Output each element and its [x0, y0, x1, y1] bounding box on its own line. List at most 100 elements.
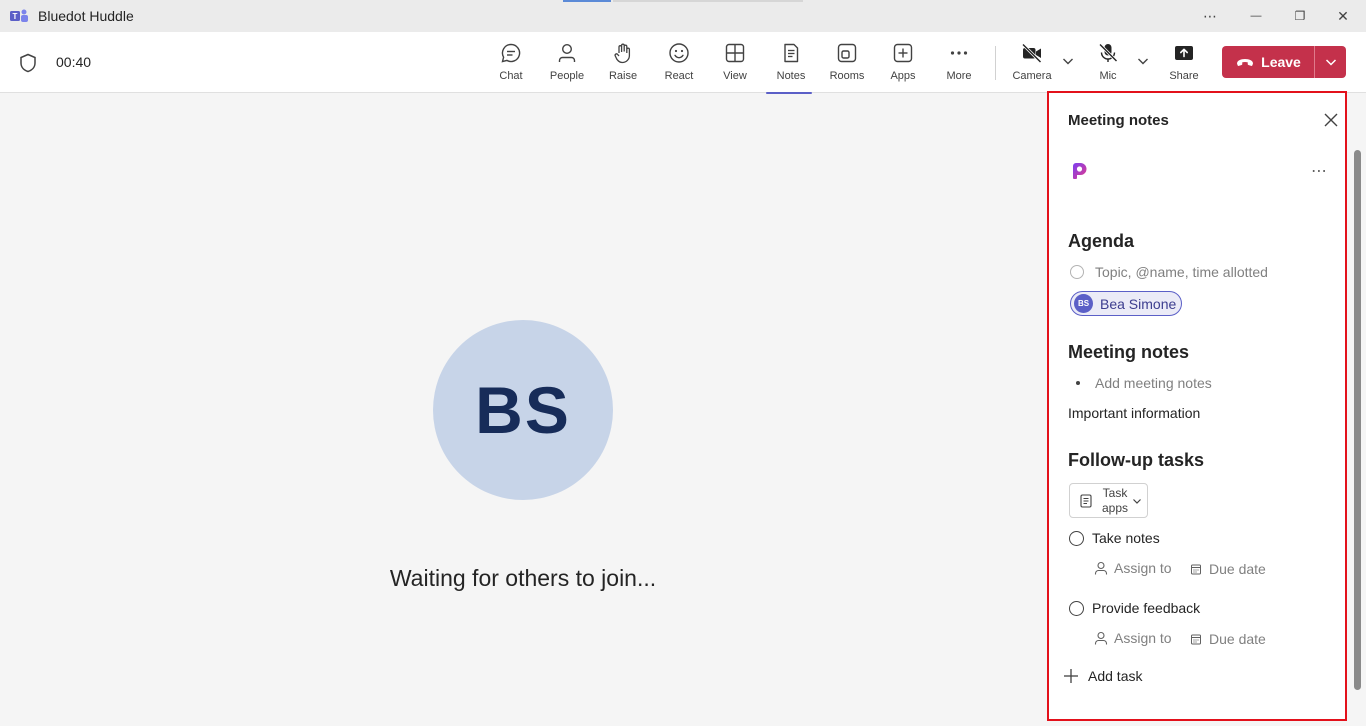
camera-label: Camera: [1012, 70, 1052, 82]
mention-chip[interactable]: BS Bea Simone: [1070, 291, 1182, 316]
person-icon: [1094, 561, 1108, 575]
people-label: People: [549, 70, 585, 82]
mic-options-chevron-icon[interactable]: [1136, 54, 1150, 68]
tab-indicator-secondary: [613, 0, 803, 2]
apps-button[interactable]: Apps: [876, 42, 930, 88]
task-apps-label: Task apps: [1102, 486, 1128, 516]
due-date-label: Due date: [1209, 561, 1266, 577]
task-title[interactable]: Provide feedback: [1092, 600, 1200, 616]
plus-icon: [1064, 669, 1078, 683]
meeting-timer: 00:40: [56, 54, 92, 70]
minimize-icon: —: [1250, 10, 1262, 22]
follow-up-heading: Follow-up tasks: [1068, 450, 1205, 470]
chevron-down-icon: [1133, 498, 1141, 504]
smile-icon: [669, 43, 689, 63]
participant-avatar: BS: [433, 320, 613, 500]
camera-options-chevron-icon[interactable]: [1061, 54, 1075, 68]
agenda-placeholder[interactable]: Topic, @name, time allotted: [1095, 264, 1268, 280]
raise-hand-icon: [614, 43, 631, 64]
app-title: Bluedot Huddle: [38, 8, 134, 24]
add-task-label: Add task: [1088, 668, 1143, 684]
view-label: View: [723, 70, 747, 82]
camera-off-icon: [1021, 43, 1042, 64]
raise-hand-button[interactable]: Raise: [596, 42, 650, 88]
add-meeting-notes-placeholder[interactable]: Add meeting notes: [1095, 375, 1212, 391]
svg-text:T: T: [13, 12, 18, 21]
task-list-icon: [1080, 493, 1092, 508]
loop-logo-icon: [1073, 163, 1087, 179]
hang-up-icon: [1237, 59, 1254, 66]
people-button[interactable]: People: [540, 42, 594, 88]
react-label: React: [664, 70, 694, 82]
minimize-button[interactable]: —: [1233, 0, 1279, 32]
more-label: More: [946, 70, 972, 82]
task-apps-label-line1: Task: [1102, 485, 1128, 500]
panel-scrollbar[interactable]: [1354, 150, 1361, 690]
share-icon: [1175, 46, 1193, 60]
tab-indicator: [563, 0, 611, 2]
react-button[interactable]: React: [652, 42, 706, 88]
assign-to-label: Assign to: [1114, 630, 1172, 646]
task-apps-label-line2: apps: [1102, 500, 1129, 515]
chat-button[interactable]: Chat: [484, 42, 538, 88]
more-icon: ⋯: [1203, 7, 1217, 24]
task-title[interactable]: Take notes: [1092, 530, 1160, 546]
bullet-point: [1076, 381, 1080, 385]
avatar: BS: [1074, 294, 1093, 313]
leave-button[interactable]: Leave: [1222, 46, 1314, 78]
task-complete-checkbox[interactable]: [1069, 601, 1084, 616]
leave-label: Leave: [1261, 54, 1301, 70]
title-bar: T Bluedot Huddle ⋯ — ❐ ✕: [0, 0, 1366, 32]
more-button[interactable]: More: [932, 42, 986, 88]
meeting-toolbar: 00:40 Chat People Raise React View Notes…: [0, 32, 1366, 94]
due-date-label: Due date: [1209, 631, 1266, 647]
mic-button[interactable]: Mic: [1081, 42, 1135, 88]
share-button[interactable]: Share: [1157, 42, 1211, 88]
rooms-label: Rooms: [829, 70, 865, 82]
toolbar-divider: [995, 46, 996, 80]
important-information-text[interactable]: Important information: [1068, 405, 1200, 421]
rooms-icon: [837, 43, 857, 63]
assign-to-button[interactable]: Assign to: [1094, 560, 1172, 576]
meeting-notes-heading: Meeting notes: [1068, 342, 1190, 362]
people-icon: [558, 43, 576, 62]
apps-label: Apps: [890, 70, 916, 82]
plus-square-icon: [893, 43, 913, 63]
task-apps-button[interactable]: Task apps: [1069, 483, 1148, 518]
restore-button[interactable]: ❐: [1277, 0, 1323, 32]
notes-button[interactable]: Notes: [764, 42, 818, 94]
task-complete-checkbox[interactable]: [1069, 531, 1084, 546]
raise-label: Raise: [608, 70, 638, 82]
shield-icon[interactable]: [19, 53, 37, 73]
view-button[interactable]: View: [708, 42, 762, 88]
mic-off-icon: [1098, 43, 1118, 63]
leave-options-button[interactable]: [1315, 55, 1346, 69]
notes-active-indicator: [766, 92, 812, 94]
agenda-item-checkbox[interactable]: [1070, 265, 1084, 279]
more-icon: [950, 51, 968, 55]
mic-label: Mic: [1099, 70, 1117, 82]
teams-logo-icon: T: [10, 9, 28, 22]
chat-icon: [501, 43, 521, 63]
due-date-button[interactable]: Due date: [1189, 561, 1266, 577]
close-icon[interactable]: [1323, 112, 1339, 128]
calendar-icon: [1191, 634, 1201, 645]
camera-button[interactable]: Camera: [1005, 42, 1059, 88]
mention-name: Bea Simone: [1100, 295, 1177, 312]
window-more-button[interactable]: ⋯: [1187, 0, 1233, 32]
grid-icon: [725, 43, 745, 63]
waiting-message: Waiting for others to join...: [389, 565, 657, 591]
restore-icon: ❐: [1294, 9, 1306, 23]
loop-more-icon[interactable]: ⋯: [1311, 161, 1328, 181]
panel-title: Meeting notes: [1068, 112, 1169, 129]
leave-button-group: Leave: [1222, 46, 1346, 78]
rooms-button[interactable]: Rooms: [820, 42, 874, 88]
close-window-button[interactable]: ✕: [1320, 0, 1366, 32]
chevron-down-icon: [1325, 59, 1336, 66]
add-task-button[interactable]: Add task: [1063, 668, 1142, 684]
chat-label: Chat: [499, 70, 523, 82]
assign-to-button[interactable]: Assign to: [1094, 630, 1172, 646]
due-date-button[interactable]: Due date: [1189, 631, 1266, 647]
close-icon: ✕: [1337, 7, 1349, 24]
notes-icon: [784, 43, 799, 63]
